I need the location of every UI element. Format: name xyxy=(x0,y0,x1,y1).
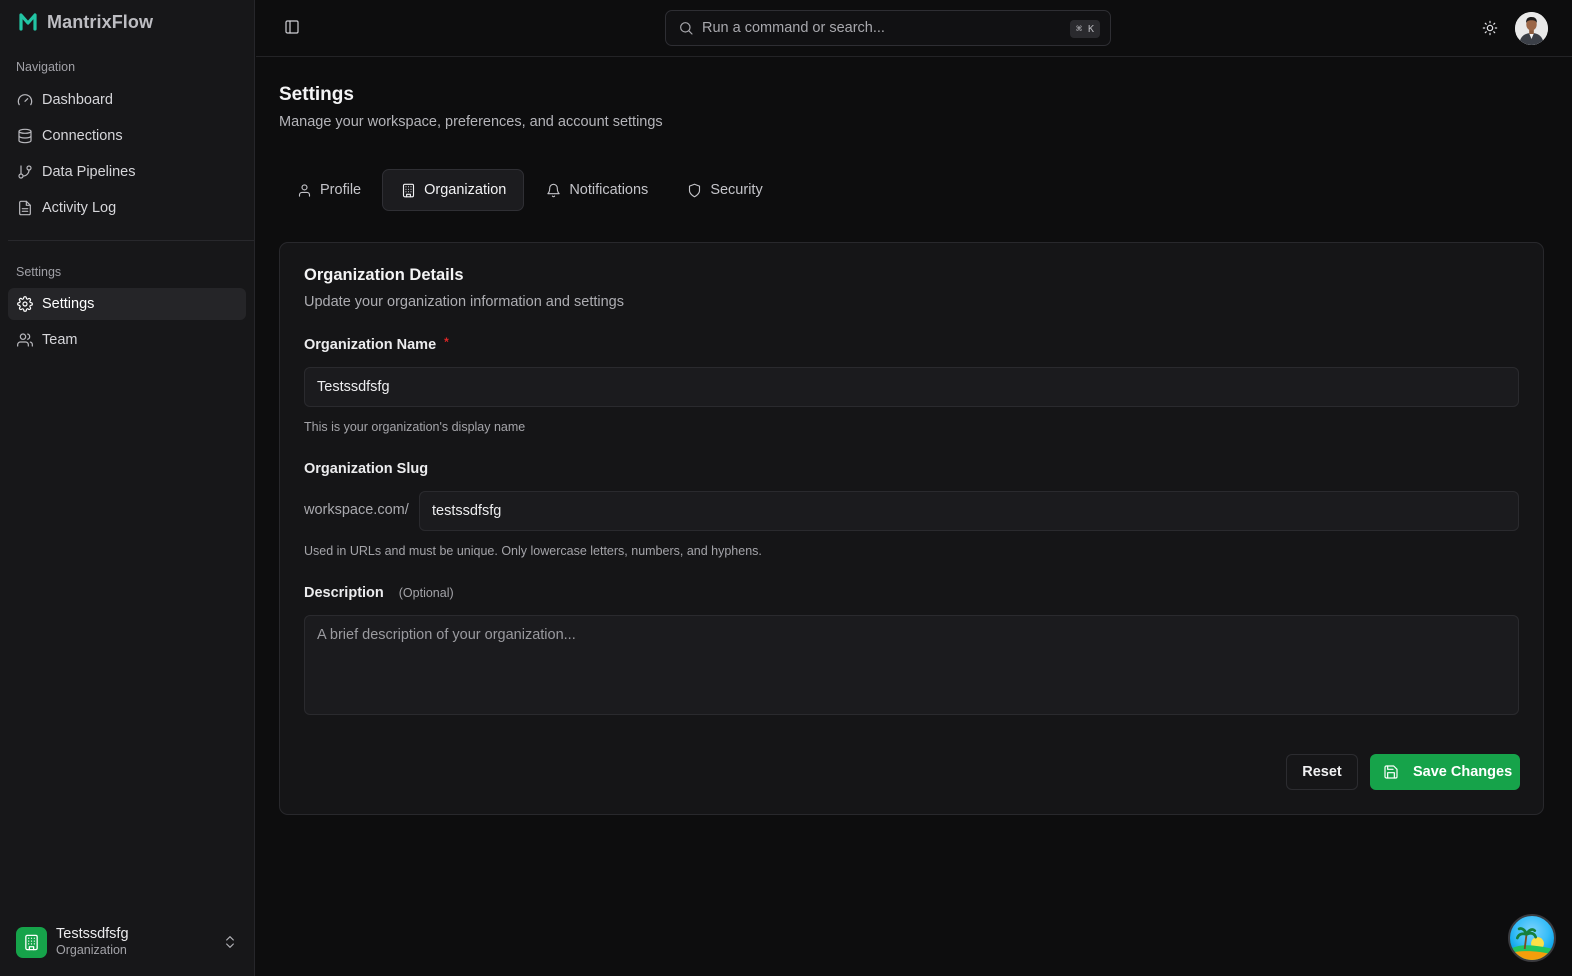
save-icon xyxy=(1384,765,1398,779)
tab-notifications[interactable]: Notifications xyxy=(528,169,665,211)
sidebar-item-label: Data Pipelines xyxy=(42,164,136,180)
search-icon xyxy=(680,22,693,35)
org-slug-label: Organization Slug xyxy=(304,461,428,477)
brand[interactable]: MantrixFlow xyxy=(18,10,153,34)
tab-organization[interactable]: Organization xyxy=(382,169,525,211)
sidebar-item-label: Settings xyxy=(42,296,95,312)
description-textarea[interactable]: A brief description of your organization… xyxy=(304,615,1519,715)
description-placeholder: A brief description of your organization… xyxy=(317,627,576,643)
panel-left-icon xyxy=(285,20,299,34)
shield-icon xyxy=(689,183,701,197)
chevrons-up-down-icon xyxy=(226,936,234,948)
building-icon xyxy=(25,934,38,950)
org-name-label: Organization Name * xyxy=(304,335,449,353)
gauge-icon xyxy=(17,94,33,106)
topbar: Run a command or search... ⌘ K xyxy=(256,0,1572,57)
organization-name: Testssdfsfg xyxy=(56,926,129,943)
org-slug-hint: Used in URLs and must be unique. Only lo… xyxy=(304,544,762,558)
sidebar-item-data-pipelines[interactable]: Data Pipelines xyxy=(8,156,246,188)
tab-profile[interactable]: Profile xyxy=(279,169,378,211)
org-name-label-text: Organization Name xyxy=(304,337,437,353)
user-icon xyxy=(298,183,311,197)
sidebar-toggle-button[interactable] xyxy=(284,19,300,35)
settings-tabs: Profile Organization Notifications Secur… xyxy=(279,169,784,211)
sidebar-item-activity-log[interactable]: Activity Log xyxy=(8,192,246,224)
island-icon xyxy=(1510,927,1554,960)
mantrixflow-logo-icon xyxy=(19,13,37,31)
sidebar-item-dashboard[interactable]: Dashboard xyxy=(8,84,246,116)
org-name-value: Testssdfsfg xyxy=(317,379,390,395)
org-name-hint: This is your organization's display name xyxy=(304,420,526,434)
tab-label: Notifications xyxy=(569,182,649,198)
bell-icon xyxy=(547,183,561,197)
card-subtitle: Update your organization information and… xyxy=(304,294,624,310)
gear-icon xyxy=(17,296,33,312)
sidebar-item-label: Activity Log xyxy=(42,200,117,216)
building-icon xyxy=(403,183,415,197)
slug-prefix: workspace.com/ xyxy=(304,502,409,518)
required-marker: * xyxy=(444,335,449,349)
command-search[interactable]: Run a command or search... ⌘ K xyxy=(665,10,1111,46)
save-changes-button[interactable]: Save Changes xyxy=(1370,754,1520,790)
user-avatar[interactable] xyxy=(1515,12,1548,45)
organization-details-card: Organization Details Update your organiz… xyxy=(279,242,1544,815)
organization-switcher[interactable]: Testssdfsfg Organization xyxy=(16,924,246,960)
sidebar-item-label: Connections xyxy=(42,128,123,144)
tab-security[interactable]: Security xyxy=(669,169,779,211)
tab-label: Organization xyxy=(424,182,507,198)
org-slug-input[interactable]: testssdfsfg xyxy=(419,491,1519,531)
sidebar-item-label: Dashboard xyxy=(42,92,113,108)
git-branch-icon xyxy=(18,165,32,179)
org-name-input[interactable]: Testssdfsfg xyxy=(304,367,1519,407)
save-button-label: Save Changes xyxy=(1413,764,1513,780)
sidebar-divider xyxy=(8,240,254,241)
org-slug-label-text: Organization Slug xyxy=(304,461,429,477)
tab-label: Security xyxy=(710,182,763,198)
reset-button[interactable]: Reset xyxy=(1286,754,1358,790)
page-title: Settings xyxy=(279,84,354,105)
theme-toggle-button[interactable] xyxy=(1482,20,1498,36)
card-title: Organization Details xyxy=(304,266,464,284)
sidebar-item-team[interactable]: Team xyxy=(8,324,246,356)
tab-label: Profile xyxy=(320,182,362,198)
description-label-text: Description xyxy=(304,585,384,601)
sidebar-item-settings[interactable]: Settings xyxy=(8,288,246,320)
sidebar: MantrixFlow Navigation Dashboard Connect… xyxy=(0,0,255,976)
file-text-icon xyxy=(19,200,31,216)
search-placeholder: Run a command or search... xyxy=(702,20,885,36)
user-photo xyxy=(1515,12,1548,45)
search-shortcut-badge: ⌘ K xyxy=(1069,20,1100,38)
organization-avatar xyxy=(16,926,47,958)
sun-icon xyxy=(1482,20,1498,36)
navigation-section-label: Navigation xyxy=(16,60,76,74)
users-icon xyxy=(17,333,33,347)
organization-type: Organization xyxy=(56,943,127,958)
page-subtitle: Manage your workspace, preferences, and … xyxy=(279,114,663,130)
description-label: Description (Optional) xyxy=(304,585,454,601)
database-icon xyxy=(18,128,32,144)
settings-section-label: Settings xyxy=(16,265,62,279)
sidebar-item-connections[interactable]: Connections xyxy=(8,120,246,152)
app-name: MantrixFlow xyxy=(47,11,154,32)
org-slug-value: testssdfsfg xyxy=(432,503,502,519)
sidebar-item-label: Team xyxy=(42,332,78,348)
assistant-bubble-button[interactable] xyxy=(1508,914,1556,962)
reset-button-label: Reset xyxy=(1302,764,1342,780)
optional-marker: (Optional) xyxy=(398,586,454,600)
